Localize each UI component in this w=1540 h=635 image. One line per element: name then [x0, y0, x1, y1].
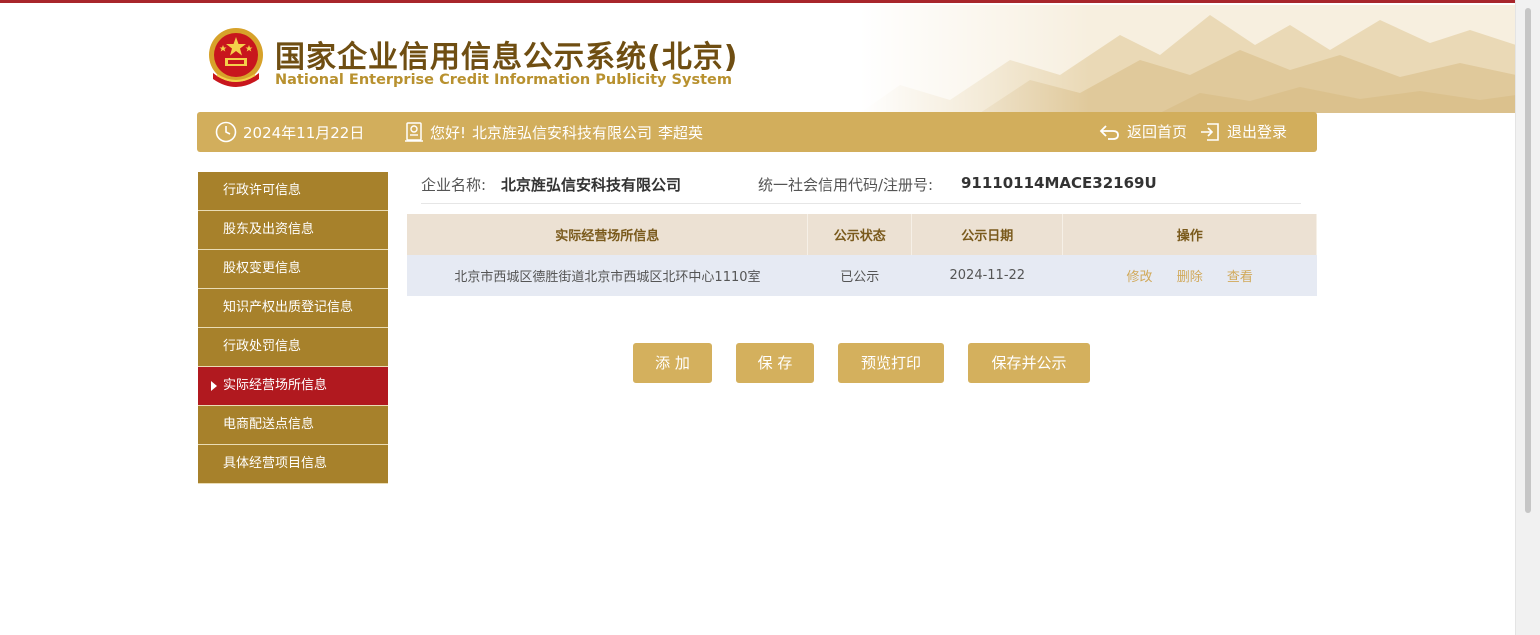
- header-date: 2024年11月22日: [215, 121, 364, 143]
- site-title: 国家企业信用信息公示系统(北京): [275, 40, 739, 75]
- preview-print-button[interactable]: 预览打印: [838, 343, 944, 383]
- user-badge-icon: [405, 122, 423, 142]
- sidebar-item-label: 股权变更信息: [223, 261, 302, 276]
- sidebar-item-label: 股东及出资信息: [223, 222, 315, 237]
- credit-code: 91110114MACE32169U: [961, 174, 1157, 192]
- add-button[interactable]: 添 加: [633, 343, 712, 383]
- logout-link[interactable]: 退出登录: [1227, 121, 1287, 142]
- home-link[interactable]: 返回首页: [1127, 121, 1187, 142]
- cell-address: 北京市西城区德胜街道北京市西城区北环中心1110室: [407, 255, 808, 296]
- cell-status: 已公示: [807, 255, 912, 296]
- logout-icon[interactable]: [1199, 122, 1221, 142]
- scrollbar-thumb[interactable]: [1525, 8, 1531, 513]
- cell-date: 2024-11-22: [911, 255, 1063, 296]
- sidebar-item-label: 行政处罚信息: [223, 339, 302, 354]
- sidebar-item-label: 具体经营项目信息: [223, 456, 328, 471]
- banner-landscape: [860, 5, 1516, 113]
- return-icon[interactable]: [1099, 123, 1121, 141]
- header-links: 返回首页 退出登录: [1099, 121, 1287, 142]
- col-header-actions: 操作: [1062, 214, 1317, 255]
- greeting-text: 您好!: [430, 123, 467, 142]
- table-row: 北京市西城区德胜街道北京市西城区北环中心1110室 已公示 2024-11-22…: [407, 255, 1317, 296]
- cell-actions: 修改 删除 查看: [1062, 255, 1317, 296]
- company-name: 北京旌弘信安科技有限公司: [501, 176, 682, 194]
- sidebar-item-label: 实际经营场所信息: [223, 378, 328, 393]
- clock-icon: [215, 121, 237, 143]
- col-header-status: 公示状态: [807, 214, 913, 255]
- col-header-address: 实际经营场所信息: [407, 214, 809, 255]
- sidebar-item-ecommerce-delivery[interactable]: 电商配送点信息: [198, 406, 388, 445]
- sidebar-item-business-projects[interactable]: 具体经营项目信息: [198, 445, 388, 484]
- header-bar: 2024年11月22日 您好! 北京旌弘信安科技有限公司 李超英 返回首页 退出…: [197, 112, 1317, 152]
- sidebar-item-label: 行政许可信息: [223, 183, 302, 198]
- sidebar-item-business-premises[interactable]: 实际经营场所信息: [198, 367, 388, 406]
- top-accent-line: [0, 0, 1516, 3]
- sidebar-item-admin-license[interactable]: 行政许可信息: [198, 172, 388, 211]
- company-name-label: 企业名称:: [421, 176, 487, 194]
- col-header-date: 公示日期: [911, 214, 1064, 255]
- site-subtitle: National Enterprise Credit Information P…: [275, 72, 732, 88]
- sidebar-item-equity-change[interactable]: 股权变更信息: [198, 250, 388, 289]
- header-greeting: 您好! 北京旌弘信安科技有限公司 李超英: [404, 121, 703, 143]
- sidebar-item-ip-pledge[interactable]: 知识产权出质登记信息: [198, 289, 388, 328]
- table-header-row: 实际经营场所信息 公示状态 公示日期 操作: [407, 214, 1317, 255]
- sidebar-item-label: 知识产权出质登记信息: [223, 300, 354, 315]
- header-company: 北京旌弘信安科技有限公司: [472, 123, 653, 142]
- sidebar-item-label: 电商配送点信息: [223, 417, 315, 432]
- save-publish-button[interactable]: 保存并公示: [968, 343, 1090, 383]
- sidebar-item-shareholders[interactable]: 股东及出资信息: [198, 211, 388, 250]
- sidebar-item-admin-penalty[interactable]: 行政处罚信息: [198, 328, 388, 367]
- page-scrollbar[interactable]: [1515, 0, 1540, 635]
- emblem-icon: [209, 28, 263, 87]
- premises-table: 实际经营场所信息 公示状态 公示日期 操作 北京市西城区德胜街道北京市西城区北环…: [407, 214, 1317, 296]
- date-text: 2024年11月22日: [243, 123, 365, 142]
- delete-link[interactable]: 删除: [1177, 270, 1203, 285]
- edit-link[interactable]: 修改: [1127, 270, 1153, 285]
- active-arrow-icon: [211, 381, 217, 391]
- credit-code-label: 统一社会信用代码/注册号:: [758, 176, 934, 194]
- header-user: 李超英: [658, 123, 704, 142]
- sidebar: 行政许可信息 股东及出资信息 股权变更信息 知识产权出质登记信息 行政处罚信息 …: [198, 172, 388, 484]
- save-button[interactable]: 保 存: [736, 343, 814, 383]
- view-link[interactable]: 查看: [1227, 270, 1253, 285]
- company-info: 企业名称: 北京旌弘信安科技有限公司 统一社会信用代码/注册号: 9111011…: [421, 172, 1301, 204]
